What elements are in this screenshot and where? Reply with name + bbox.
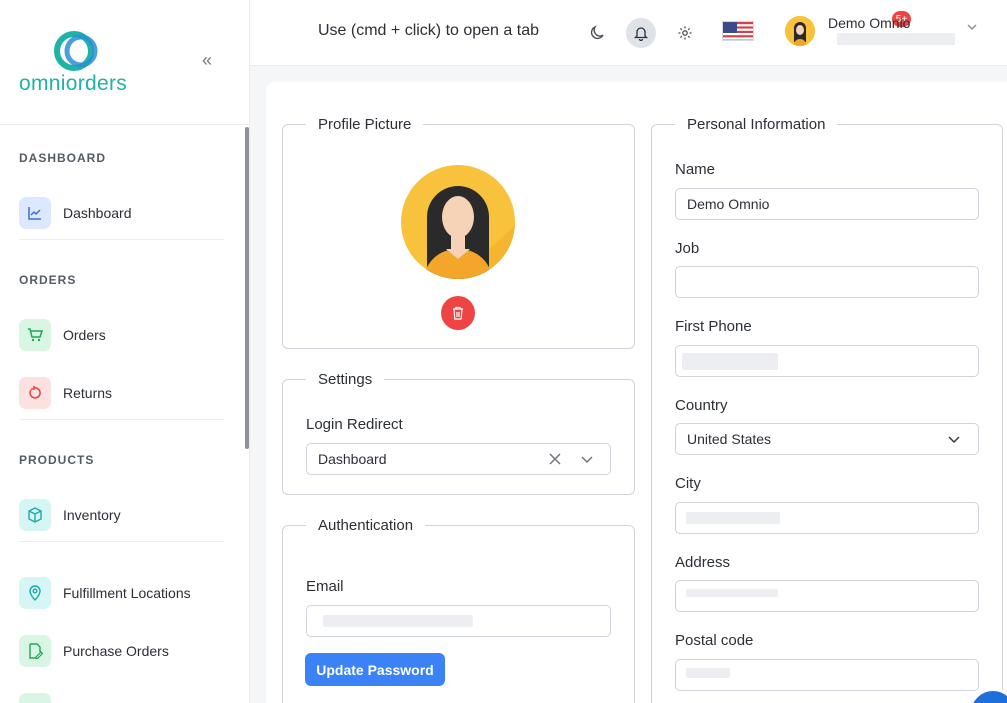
chevron-down-icon[interactable] <box>580 452 594 469</box>
clear-icon[interactable] <box>548 452 562 469</box>
divider <box>19 419 224 420</box>
box-icon <box>19 499 51 531</box>
city-redacted <box>686 512 780 524</box>
sidebar-item-returns[interactable]: Returns <box>19 376 224 410</box>
collapse-sidebar-icon[interactable]: « <box>202 50 212 71</box>
sidebar-item-fulfillment-locations[interactable]: Fulfillment Locations <box>19 576 224 610</box>
divider <box>19 239 224 240</box>
sidebar-item-label: Fulfillment Locations <box>63 585 191 601</box>
moon-icon[interactable] <box>582 18 612 48</box>
chart-line-icon <box>19 197 51 229</box>
sidebar-item-label: Dashboard <box>63 205 132 221</box>
panel-title: Personal Information <box>675 116 838 133</box>
tab-hint-text: Use (cmd + click) to open a tab <box>318 22 539 39</box>
job-field[interactable] <box>675 266 979 298</box>
sidebar-item-label: Returns <box>63 385 113 401</box>
city-field[interactable] <box>675 502 979 534</box>
section-title-dashboard: DASHBOARD <box>19 151 106 165</box>
us-flag-icon[interactable] <box>722 21 754 41</box>
job-label: Job <box>675 240 700 257</box>
postal-code-field[interactable] <box>675 659 979 691</box>
return-icon <box>19 377 51 409</box>
name-label: Name <box>675 161 716 178</box>
section-title-orders: ORDERS <box>19 273 77 287</box>
document-edit-icon <box>19 635 51 667</box>
sidebar-item-more[interactable] <box>19 692 224 703</box>
panel-title: Profile Picture <box>306 116 424 133</box>
user-email-redacted <box>837 33 955 45</box>
trash-icon <box>453 306 463 320</box>
city-label: City <box>675 475 701 492</box>
phone-redacted <box>682 353 778 370</box>
top-header: Use (cmd + click) to open a tab 5+ Demo … <box>250 0 1007 66</box>
brand-name: omniorders <box>19 72 128 95</box>
personal-information-panel: Personal Information Name Demo Omnio Job… <box>651 116 1003 703</box>
email-redacted <box>323 615 473 627</box>
authentication-panel: Authentication Email Update Password <box>282 517 635 703</box>
sidebar-scrollbar[interactable] <box>245 127 249 449</box>
login-redirect-value: Dashboard <box>318 451 387 467</box>
sidebar-item-label: Orders <box>63 327 106 343</box>
sidebar-item-purchase-orders[interactable]: Purchase Orders <box>19 634 224 668</box>
profile-picture-panel: Profile Picture <box>282 116 635 349</box>
sidebar: omniorders « DASHBOARD Dashboard ORDERS … <box>0 0 250 703</box>
postal-code-label: Postal code <box>675 632 754 649</box>
cart-icon <box>19 319 51 351</box>
section-title-products: PRODUCTS <box>19 453 95 467</box>
more-icon <box>19 693 51 703</box>
first-phone-field[interactable] <box>675 345 979 377</box>
delete-picture-button[interactable] <box>441 296 475 330</box>
country-label: Country <box>675 397 728 414</box>
divider <box>19 541 224 542</box>
email-label: Email <box>306 578 344 595</box>
country-value: United States <box>687 431 772 447</box>
notifications-button[interactable] <box>626 18 656 48</box>
postal-code-redacted <box>686 668 730 678</box>
address-redacted <box>686 589 778 597</box>
address-field[interactable] <box>675 580 979 612</box>
profile-avatar <box>401 165 515 279</box>
name-field[interactable]: Demo Omnio <box>675 188 979 220</box>
profile-card: Profile Picture Settings Login Redirect … <box>266 82 1007 703</box>
avatar[interactable] <box>785 16 815 46</box>
sidebar-item-label: Inventory <box>63 507 121 523</box>
location-pin-icon <box>19 577 51 609</box>
chevron-down-icon[interactable] <box>965 20 979 39</box>
user-name[interactable]: Demo Omnio <box>828 15 910 31</box>
sidebar-item-orders[interactable]: Orders <box>19 318 224 352</box>
bell-icon <box>633 27 649 41</box>
sidebar-item-inventory[interactable]: Inventory <box>19 498 224 532</box>
first-phone-label: First Phone <box>675 318 752 335</box>
sidebar-item-label: Purchase Orders <box>63 643 169 659</box>
address-label: Address <box>675 554 731 571</box>
panel-title: Authentication <box>306 517 426 534</box>
panel-title: Settings <box>306 371 385 388</box>
email-field[interactable] <box>306 605 611 637</box>
name-value: Demo Omnio <box>687 196 770 212</box>
update-password-button[interactable]: Update Password <box>305 653 445 686</box>
country-select[interactable]: United States <box>675 423 979 455</box>
settings-panel: Settings Login Redirect Dashboard <box>282 371 635 495</box>
gear-icon[interactable] <box>670 18 700 48</box>
sidebar-item-dashboard[interactable]: Dashboard <box>19 196 224 230</box>
login-redirect-select[interactable]: Dashboard <box>306 443 611 475</box>
omniorders-logo <box>54 31 98 71</box>
login-redirect-label: Login Redirect <box>306 416 403 433</box>
chevron-down-icon[interactable] <box>947 432 961 449</box>
brand-area: omniorders « <box>0 0 249 125</box>
